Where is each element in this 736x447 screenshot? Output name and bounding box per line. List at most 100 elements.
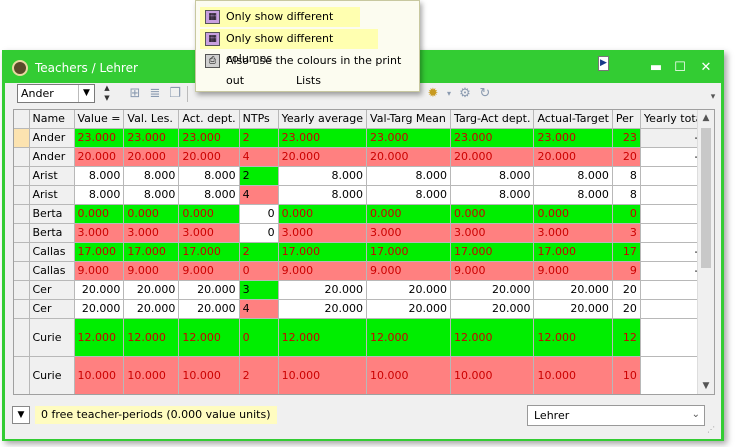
menu-item-different-columns[interactable]: ▦ Only show different columns: [200, 29, 378, 65]
row-header[interactable]: [14, 242, 30, 262]
table-cell[interactable]: 20.000: [74, 299, 125, 319]
chevron-down-icon[interactable]: ▼: [78, 85, 94, 102]
table-cell[interactable]: 23.000: [533, 128, 613, 148]
column-header[interactable]: NTPs: [239, 110, 279, 129]
table-cell[interactable]: 20.000: [366, 147, 452, 167]
table-cell[interactable]: 8.000: [450, 166, 535, 186]
teacher-select[interactable]: Ander ▼: [17, 84, 95, 103]
table-row[interactable]: Callas 9.000 9.000 9.000 0 9.000 9.000 9.000 9.0…: [14, 261, 710, 281]
table-cell[interactable]: 3.000: [123, 223, 180, 243]
chevron-down-icon[interactable]: ⌄: [692, 409, 700, 420]
table-cell[interactable]: 12.000: [178, 318, 240, 357]
teacher-name-cell[interactable]: Arist: [29, 185, 75, 205]
table-cell[interactable]: 8.000: [178, 166, 240, 186]
row-header[interactable]: [14, 318, 30, 357]
table-cell[interactable]: 3.000: [178, 223, 240, 243]
table-cell[interactable]: 2: [239, 128, 279, 148]
teacher-name-cell[interactable]: Cer: [29, 299, 75, 319]
table-cell[interactable]: 10.000: [278, 356, 368, 394]
table-cell[interactable]: 20.000: [123, 299, 180, 319]
table-cell[interactable]: 8.000: [450, 185, 535, 205]
teacher-name-cell[interactable]: Callas: [29, 261, 75, 281]
table-cell[interactable]: 9.000: [178, 261, 240, 281]
maximize-button[interactable]: ☐: [669, 57, 691, 79]
teacher-name-cell[interactable]: Ander: [29, 147, 75, 167]
table-cell[interactable]: 10.000: [123, 356, 180, 394]
table-cell[interactable]: 20.000: [533, 299, 613, 319]
table-cell[interactable]: 3.000: [450, 223, 535, 243]
table-cell[interactable]: 3: [612, 223, 641, 243]
table-cell[interactable]: 0: [612, 204, 641, 224]
row-header[interactable]: [14, 204, 30, 224]
table-cell[interactable]: 0.000: [366, 204, 452, 224]
play-arrow-icon[interactable]: ▶: [598, 56, 609, 71]
table-cell[interactable]: 10.000: [74, 356, 125, 394]
scrollbar-thumb[interactable]: [701, 128, 711, 268]
table-cell[interactable]: 0: [239, 261, 279, 281]
table-cell[interactable]: 8.000: [74, 166, 125, 186]
table-cell[interactable]: 8.000: [278, 166, 368, 186]
table-cell[interactable]: 0.000: [178, 204, 240, 224]
column-header[interactable]: Act. dept.: [178, 110, 240, 129]
teacher-name-cell[interactable]: Callas: [29, 242, 75, 262]
table-cell[interactable]: 23.000: [123, 128, 180, 148]
column-header[interactable]: Val-Targ Mean: [366, 110, 452, 129]
table-cell[interactable]: 8.000: [278, 185, 368, 205]
list-view-icon[interactable]: ≣: [147, 86, 163, 102]
table-cell[interactable]: 20.000: [178, 147, 240, 167]
table-cell[interactable]: 12: [612, 318, 641, 357]
table-cell[interactable]: 8.000: [366, 185, 452, 205]
vertical-scrollbar[interactable]: ▲ ▼: [697, 110, 714, 394]
spin-down-icon[interactable]: ▼: [101, 93, 113, 103]
table-row[interactable]: Arist 8.000 8.000 8.000 4 8.000 8.000 8.000 8.00…: [14, 185, 710, 205]
table-row[interactable]: Curie 12.000 12.000 12.000 0 12.000 12.000 12.0…: [14, 318, 710, 357]
column-header[interactable]: Val. Les.: [123, 110, 180, 129]
view-select[interactable]: Lehrer ⌄: [527, 405, 705, 426]
table-row[interactable]: Berta 0.000 0.000 0.000 0 0.000 0.000 0.000 0.00…: [14, 204, 710, 224]
table-cell[interactable]: 0: [239, 318, 279, 357]
table-cell[interactable]: 20: [612, 299, 641, 319]
table-cell[interactable]: 9.000: [366, 261, 452, 281]
table-cell[interactable]: 3: [239, 280, 279, 300]
table-row[interactable]: Arist 8.000 8.000 8.000 2 8.000 8.000 8.000 8.00…: [14, 166, 710, 186]
table-cell[interactable]: 20.000: [123, 280, 180, 300]
table-cell[interactable]: 2: [239, 356, 279, 394]
table-cell[interactable]: 4: [239, 147, 279, 167]
table-cell[interactable]: 17.000: [450, 242, 535, 262]
table-cell[interactable]: 20.000: [278, 280, 368, 300]
toolbar-options-icon[interactable]: ▾: [705, 89, 721, 105]
table-cell[interactable]: 23.000: [450, 128, 535, 148]
table-cell[interactable]: 20.000: [450, 299, 535, 319]
column-header[interactable]: Per: [612, 110, 641, 129]
new-document-icon[interactable]: ❐: [167, 86, 183, 102]
column-header[interactable]: Value =: [74, 110, 125, 129]
table-row[interactable]: Cer 20.000 20.000 20.000 4 20.000 20.000 20.000…: [14, 299, 710, 319]
row-header[interactable]: [14, 356, 30, 394]
table-cell[interactable]: 8: [612, 185, 641, 205]
table-cell[interactable]: 8.000: [366, 166, 452, 186]
table-cell[interactable]: 20.000: [450, 147, 535, 167]
spin-up-icon[interactable]: ▲: [101, 83, 113, 93]
table-cell[interactable]: 4: [239, 299, 279, 319]
table-cell[interactable]: 20.000: [178, 280, 240, 300]
table-cell[interactable]: 0: [239, 204, 279, 224]
column-header[interactable]: Targ-Act dept.: [450, 110, 535, 129]
table-cell[interactable]: 8.000: [123, 166, 180, 186]
table-row[interactable]: Ander 20.000 20.000 20.000 4 20.000 20.000 20.0…: [14, 147, 710, 167]
table-cell[interactable]: 12.000: [366, 318, 452, 357]
table-cell[interactable]: 2: [239, 242, 279, 262]
table-cell[interactable]: 8.000: [533, 166, 613, 186]
status-dropdown-button[interactable]: ▼: [12, 406, 30, 424]
table-cell[interactable]: 20.000: [74, 147, 125, 167]
spin-buttons[interactable]: ▲ ▼: [101, 83, 113, 104]
table-cell[interactable]: 8: [612, 166, 641, 186]
table-cell[interactable]: 23.000: [74, 128, 125, 148]
dropdown-arrow-icon[interactable]: ▾: [441, 86, 457, 102]
table-cell[interactable]: 23: [612, 128, 641, 148]
settings-wand-icon[interactable]: ✹: [425, 86, 441, 102]
row-header[interactable]: [14, 185, 30, 205]
table-cell[interactable]: 20.000: [366, 280, 452, 300]
minimize-button[interactable]: ▬: [645, 57, 667, 79]
table-cell[interactable]: 20.000: [278, 147, 368, 167]
table-row[interactable]: Curie 10.000 10.000 10.000 2 10.000 10.000 10.0…: [14, 356, 710, 394]
